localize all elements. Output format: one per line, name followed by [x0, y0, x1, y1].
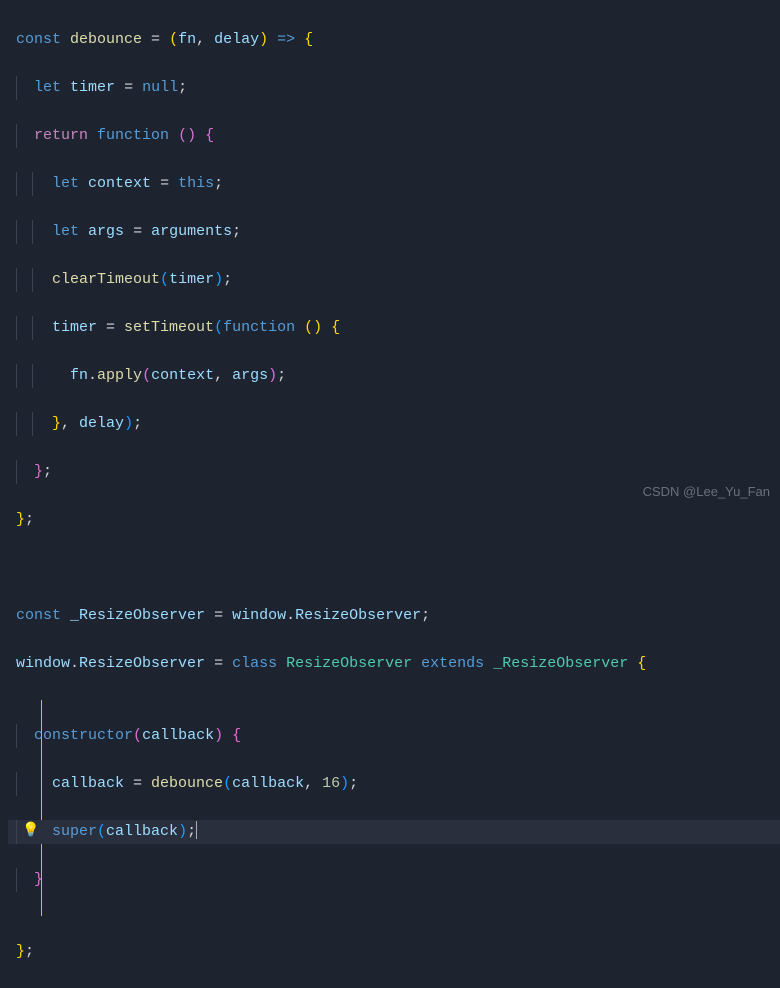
code-line: return function () { [8, 124, 780, 148]
code-line: }; [8, 460, 780, 484]
code-line: clearTimeout(timer); [8, 268, 780, 292]
code-line: }; [8, 940, 780, 964]
code-line: let args = arguments; [8, 220, 780, 244]
text-cursor [196, 821, 197, 839]
code-line: timer = setTimeout(function () { [8, 316, 780, 340]
code-line: callback = debounce(callback, 16); [8, 772, 780, 796]
code-line: } [8, 868, 780, 892]
code-line: const debounce = (fn, delay) => { [8, 28, 780, 52]
code-line: }, delay); [8, 412, 780, 436]
code-line [8, 556, 780, 580]
code-line: const _ResizeObserver = window.ResizeObs… [8, 604, 780, 628]
code-line: constructor(callback) { [8, 724, 780, 748]
lightbulb-icon[interactable]: 💡 [22, 820, 39, 842]
code-line: fn.apply(context, args); [8, 364, 780, 388]
code-line: }; [8, 508, 780, 532]
code-line: let context = this; [8, 172, 780, 196]
watermark: CSDN @Lee_Yu_Fan [643, 482, 770, 503]
code-line: window.ResizeObserver = class ResizeObse… [8, 652, 780, 676]
code-line-active: 💡 super(callback); [8, 820, 780, 844]
code-line: let timer = null; [8, 76, 780, 100]
